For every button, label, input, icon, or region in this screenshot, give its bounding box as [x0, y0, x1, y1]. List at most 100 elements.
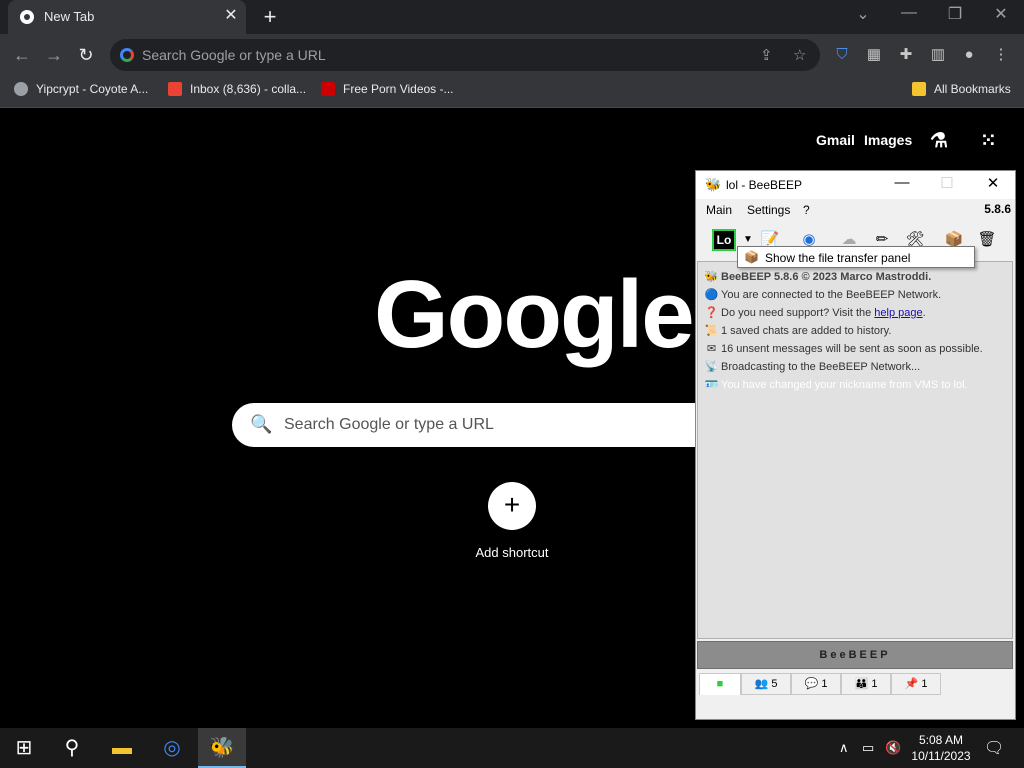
home-icon: ■ — [716, 678, 724, 690]
tab-users[interactable]: 👥 5 — [741, 673, 791, 695]
support-icon: ❓ — [704, 307, 719, 319]
user-status-badge[interactable]: Lo — [712, 229, 736, 251]
bee-icon: 🐝 — [705, 177, 722, 192]
bookmark-label: Yipcrypt - Coyote A... — [36, 82, 149, 96]
maximize-icon: ☐ — [940, 175, 954, 192]
bee-icon: 🐝 — [704, 271, 719, 283]
minimize-icon[interactable]: — — [889, 174, 915, 191]
bookmark-label: Free Porn Videos -... — [343, 82, 454, 96]
puzzle-extensions-icon[interactable]: ✚ — [896, 45, 916, 65]
search-icon[interactable]: ⚲ — [48, 728, 96, 768]
users-icon: 👥 — [754, 678, 769, 690]
omnibox[interactable]: Search Google or type a URL ⇪ ☆ — [110, 39, 820, 71]
bookmark-inbox[interactable]: Inbox (8,636) - colla... — [168, 82, 306, 96]
system-clock[interactable]: 5:08 AM 10/11/2023 — [905, 732, 977, 764]
bookmark-xvideos[interactable]: Free Porn Videos -... — [321, 82, 454, 96]
message-text: You are connected to the BeeBEEP Network… — [721, 289, 942, 301]
trash-icon[interactable]: 🗑 — [975, 229, 999, 251]
menu-help[interactable]: ? — [803, 203, 810, 217]
reload-icon[interactable]: ↻ — [74, 43, 98, 67]
tab-search-icon[interactable]: ⌄ — [849, 4, 877, 24]
beebeep-banner: BeeBEEP — [697, 641, 1013, 669]
beebeep-titlebar[interactable]: 🐝 lol - BeeBEEP — ☐ ✕ — [696, 171, 1015, 199]
tab-new-tab[interactable]: New Tab ✕ — [8, 0, 246, 34]
omnibox-placeholder: Search Google or type a URL — [142, 47, 326, 63]
all-bookmarks-label: All Bookmarks — [934, 82, 1011, 96]
menu-settings[interactable]: Settings — [747, 203, 790, 217]
tab-title: New Tab — [44, 9, 95, 24]
chrome-icon[interactable]: ◎ — [148, 728, 196, 768]
users-count: 5 — [771, 678, 778, 690]
close-tab-icon[interactable]: ✕ — [222, 7, 240, 25]
broadcast-icon: 📡 — [704, 361, 719, 373]
minimize-icon[interactable]: — — [895, 4, 923, 22]
globe-icon — [14, 82, 28, 96]
list-item: ❓ Do you need support? Visit the help pag… — [704, 306, 926, 319]
share-icon[interactable]: ⇪ — [760, 46, 773, 64]
all-bookmarks[interactable]: All Bookmarks — [912, 82, 1011, 96]
file-transfer-tooltip: 📦 Show the file transfer panel — [737, 246, 975, 268]
gmail-link[interactable]: Gmail — [816, 132, 855, 148]
list-item: ✉ 16 unsent messages will be sent as soon… — [704, 342, 983, 355]
bookmark-star-icon[interactable]: ☆ — [793, 46, 806, 64]
forward-icon[interactable]: → — [42, 43, 66, 67]
groups-count: 1 — [871, 678, 878, 690]
list-item: 📡 Broadcasting to the BeeBEEP Network... — [704, 360, 921, 373]
clock-date: 10/11/2023 — [911, 749, 971, 763]
notifications-icon[interactable]: 🗨 — [984, 738, 1004, 758]
tooltip-text: Show the file transfer panel — [765, 251, 911, 265]
list-item: 📜 1 saved chats are added to history. — [704, 324, 892, 337]
google-logo: Google — [374, 261, 695, 368]
add-shortcut-button[interactable]: + — [488, 482, 536, 530]
folder-icon — [912, 82, 926, 96]
x-logo-icon — [321, 82, 335, 96]
chrome-menu-icon[interactable]: ⋮ — [991, 45, 1011, 65]
bookmark-label: Inbox (8,636) - colla... — [190, 82, 307, 96]
extension-icon[interactable]: ▦ — [864, 45, 884, 65]
message-text: Broadcasting to the BeeBEEP Network... — [721, 361, 921, 373]
close-icon[interactable]: ✕ — [980, 174, 1006, 192]
profile-avatar-icon[interactable]: ● — [959, 45, 979, 65]
message-text: 16 unsent messages will be sent as soon … — [721, 343, 983, 355]
history-icon: 📜 — [704, 325, 719, 337]
file-explorer-icon[interactable]: ▬ — [98, 728, 146, 768]
shield-extension-icon[interactable]: ⛉ — [832, 45, 852, 65]
connected-icon: 🔵 — [704, 289, 719, 301]
close-window-icon[interactable]: ✕ — [987, 4, 1015, 24]
add-shortcut-label: Add shortcut — [475, 545, 549, 560]
beebeep-bottom-tabs: ■ 👥 5 💬 1 👪 1 📌 1 — [697, 671, 1013, 699]
message-text: BeeBEEP 5.8.6 © 2023 Marco Mastroddi. — [721, 271, 932, 283]
taskbar: ⊞ ⚲ ▬ ◎ 🐝 ∧ ▭ 🔇 5:08 AM 10/11/2023 🗨 — [0, 728, 1024, 768]
windows-start-icon[interactable]: ⊞ — [0, 728, 48, 768]
side-panel-icon[interactable]: ▥ — [928, 45, 948, 65]
ntp-search-placeholder: Search Google or type a URL — [284, 416, 494, 433]
chats-count: 1 — [821, 678, 828, 690]
google-icon — [120, 48, 134, 62]
tray-overflow-icon[interactable]: ∧ — [839, 740, 849, 756]
apps-grid-icon[interactable]: ⁙ — [980, 128, 997, 153]
search-icon: 🔍 — [250, 414, 273, 434]
network-icon[interactable]: ▭ — [862, 740, 874, 756]
tab-groups[interactable]: 👪 1 — [841, 673, 891, 695]
restore-icon[interactable]: ❐ — [941, 4, 969, 24]
tab-chats[interactable]: 💬 1 — [791, 673, 841, 695]
chrome-icon — [20, 10, 34, 24]
labs-flask-icon[interactable]: ⚗ — [930, 128, 948, 153]
images-link[interactable]: Images — [864, 132, 912, 148]
gmail-icon — [168, 82, 182, 96]
file-transfer-icon: 📦 — [744, 250, 759, 264]
list-item: 🐝 BeeBEEP 5.8.6 © 2023 Marco Mastroddi. — [704, 270, 932, 283]
tab-home[interactable]: ■ — [699, 673, 741, 695]
chat-icon: 💬 — [804, 678, 819, 690]
tab-strip: New Tab ✕ + ⌄ — ❐ ✕ — [0, 0, 1024, 34]
envelope-icon: ✉ — [706, 343, 717, 355]
volume-muted-icon[interactable]: 🔇 — [885, 740, 901, 756]
new-tab-button[interactable]: + — [258, 5, 282, 29]
help-page-link[interactable]: help page — [874, 307, 922, 319]
beebeep-taskbar-icon[interactable]: 🐝 — [198, 728, 246, 768]
menu-main[interactable]: Main — [706, 203, 732, 217]
back-icon[interactable]: ← — [10, 43, 34, 67]
shares-count: 1 — [921, 678, 928, 690]
bookmark-yipcrypt[interactable]: Yipcrypt - Coyote A... — [14, 82, 148, 96]
tab-shares[interactable]: 📌 1 — [891, 673, 941, 695]
